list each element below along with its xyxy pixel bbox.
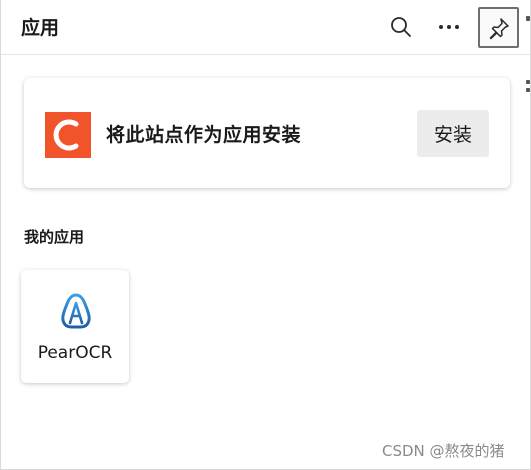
scroll-edge-mark <box>526 88 530 92</box>
my-apps-heading: 我的应用 <box>24 228 85 246</box>
site-logo <box>45 112 91 158</box>
app-label: PearOCR <box>37 343 113 363</box>
pin-icon <box>489 17 509 39</box>
apps-panel: 应用 将此站点作为应用安装 安装 我的应用 PearOCR CSDN @熬夜的猪 <box>0 0 531 470</box>
install-prompt-text: 将此站点作为应用安装 <box>106 124 302 146</box>
panel-header: 应用 <box>1 0 531 55</box>
panel-title: 应用 <box>21 17 60 39</box>
watermark: CSDN @熬夜的猪 <box>382 442 505 460</box>
site-logo-icon <box>45 112 91 158</box>
scroll-edge-mark <box>526 16 530 21</box>
pearocr-icon <box>61 293 91 329</box>
pin-button[interactable] <box>478 7 519 48</box>
install-site-card: 将此站点作为应用安装 安装 <box>24 78 510 188</box>
more-options-button[interactable] <box>429 7 469 47</box>
search-icon <box>391 17 411 37</box>
app-tile-pearocr[interactable]: PearOCR <box>21 270 129 383</box>
search-button[interactable] <box>381 7 421 47</box>
scroll-edge-mark <box>526 80 530 84</box>
more-options-icon <box>439 25 459 29</box>
install-button[interactable]: 安装 <box>417 110 489 157</box>
